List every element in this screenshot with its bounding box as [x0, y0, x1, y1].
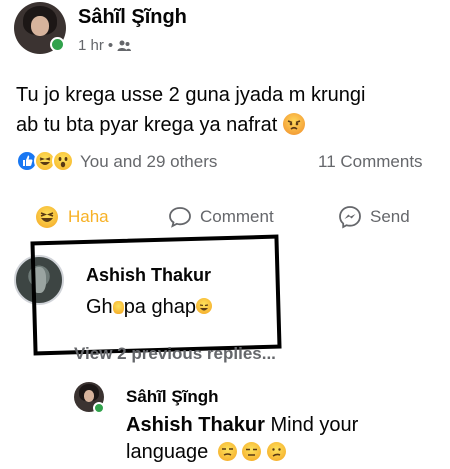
- avatar-face: [83, 389, 95, 402]
- reply-text-part-2: language: [126, 441, 209, 463]
- reply-text: Ashish Thakur Mind your language: [126, 412, 426, 466]
- post-text-line-2: ab tu bta pyar krega ya nafrat: [16, 110, 441, 140]
- unamused-emoji-icon: [217, 442, 237, 461]
- avatar-face: [30, 15, 50, 37]
- reply-author-name[interactable]: Sâhĩl Şĩngh: [126, 387, 219, 407]
- friends-audience-icon: [117, 40, 132, 51]
- view-previous-replies-link[interactable]: View 2 previous replies...: [74, 344, 276, 364]
- reply-online-indicator: [93, 402, 105, 414]
- reply-text-part-1: Mind your: [264, 414, 359, 436]
- post-text: Tu jo krega usse 2 guna jyada m krungi a…: [16, 80, 441, 140]
- online-status-indicator: [50, 37, 65, 52]
- confused-emoji-icon: [267, 442, 286, 461]
- reaction-icons[interactable]: [16, 150, 78, 174]
- reply-emojis: [217, 441, 286, 463]
- post-author-name[interactable]: Sâhĩl Şĩngh: [78, 6, 187, 29]
- haha-reaction-button[interactable]: Haha: [36, 204, 109, 230]
- send-label: Send: [370, 207, 410, 226]
- haha-icon: [36, 206, 58, 228]
- wow-reaction-icon: [52, 150, 74, 172]
- meta-separator: •: [107, 37, 114, 54]
- comment-label: Comment: [200, 207, 274, 226]
- send-button[interactable]: Send: [338, 204, 410, 230]
- haha-label: Haha: [68, 207, 109, 226]
- post-meta: 1 hr •: [78, 37, 132, 54]
- post-time[interactable]: 1 hr: [78, 37, 104, 54]
- expressionless-emoji-icon: [242, 442, 262, 461]
- highlight-annotation-box: [30, 234, 282, 356]
- post-text-line-2-content: ab tu bta pyar krega ya nafrat: [16, 114, 278, 136]
- tagged-user-link[interactable]: Ashish Thakur: [126, 414, 265, 436]
- comment-icon: [169, 207, 191, 228]
- messenger-icon: [339, 206, 361, 229]
- comments-count[interactable]: 11 Comments: [318, 152, 423, 172]
- reaction-summary-text[interactable]: You and 29 others: [80, 152, 217, 172]
- comment-button[interactable]: Comment: [168, 204, 274, 230]
- angry-emoji-icon: [282, 113, 305, 135]
- post-text-line-1: Tu jo krega usse 2 guna jyada m krungi: [16, 84, 366, 106]
